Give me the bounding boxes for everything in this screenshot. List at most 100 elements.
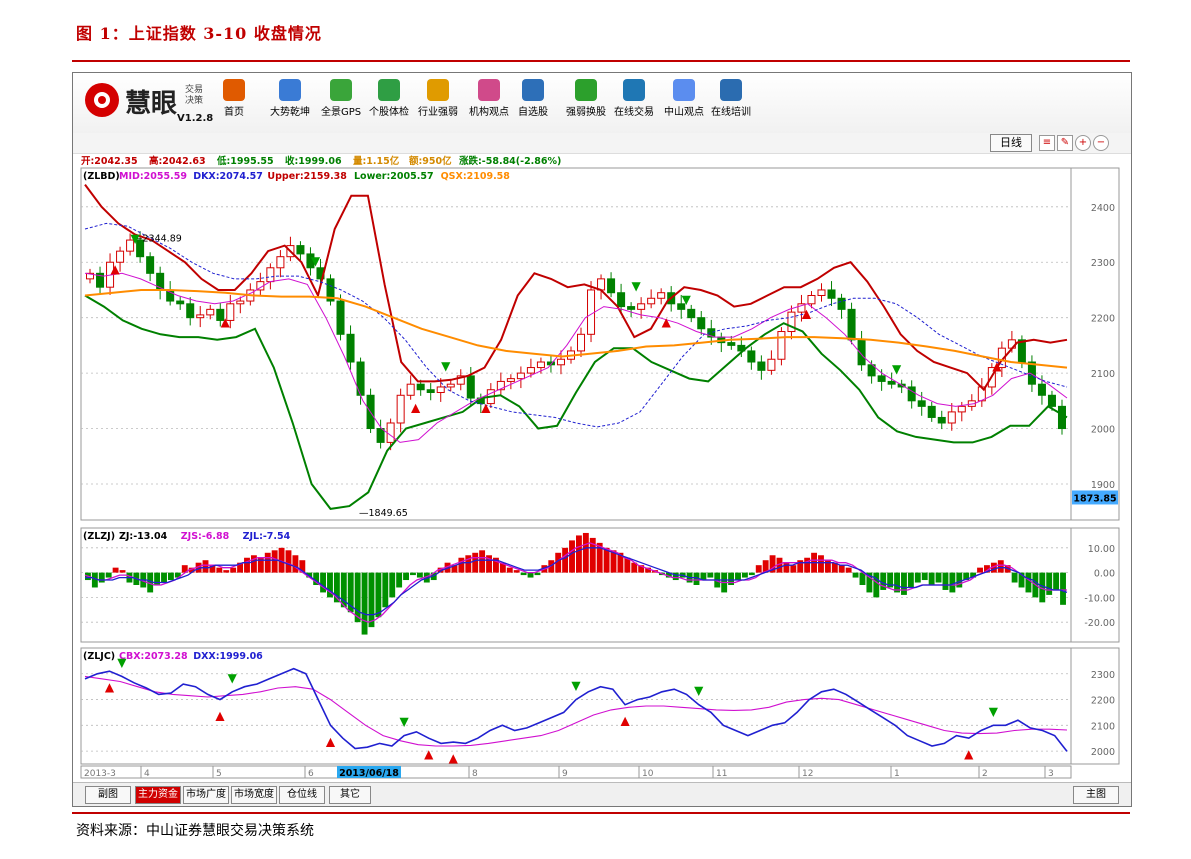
chart-area[interactable]: 开:2042.35 高:2042.63 低:1995.55 收:1999.06 量:1.… xyxy=(73,154,1131,782)
zj-bar xyxy=(1025,572,1032,593)
zj-bar xyxy=(935,572,942,583)
sell-marker: ▼ xyxy=(400,715,410,729)
monitor-icon xyxy=(720,79,742,101)
zj-bar xyxy=(735,572,741,581)
zj-bar xyxy=(271,550,278,573)
ohlc-value-2: 高:2042.63 xyxy=(149,155,206,167)
bottom-tab-1[interactable]: 副图 xyxy=(85,786,131,804)
candle-body xyxy=(657,292,666,299)
candle-body xyxy=(957,405,966,413)
high-annotation: —2344.89 xyxy=(133,233,182,244)
legend-Upper: Upper:2159.38 xyxy=(267,171,347,182)
candle-body xyxy=(526,367,535,374)
time-label-9: 11 xyxy=(716,769,727,779)
candle-body xyxy=(376,428,385,443)
zj-bar xyxy=(396,572,403,588)
zj-bar xyxy=(804,557,811,573)
zlbd-y-tick-5: 2000 xyxy=(1091,425,1115,436)
toolbar-button-label: 行业强弱 xyxy=(418,107,458,118)
toolbar-button-label: 在线培训 xyxy=(711,107,751,118)
zoom-out-icon[interactable]: − xyxy=(1093,135,1109,151)
refresh-icon xyxy=(575,79,597,101)
time-axis-frame xyxy=(80,765,1072,779)
zj-bar xyxy=(458,557,465,573)
current-price-label: 1873.85 xyxy=(1073,493,1116,504)
sell-marker: ▼ xyxy=(130,232,140,246)
ohlc-value-1: 开:2042.35 xyxy=(81,156,138,167)
toolbar-button-1[interactable]: 首页 xyxy=(223,79,245,127)
zj-bar xyxy=(244,557,250,573)
bottom-tab-5[interactable]: 仓位线 xyxy=(279,786,325,804)
zlbd-y-tick-2: 2300 xyxy=(1091,258,1115,269)
legend-CBX: CBX:2073.28 xyxy=(119,651,188,662)
zoom-in-icon[interactable]: + xyxy=(1075,135,1091,151)
legend-ZJ: ZJ:-13.04 xyxy=(119,531,168,542)
zj-bar xyxy=(562,547,569,573)
time-label-12: 2 xyxy=(982,769,988,779)
candle-body xyxy=(917,400,926,407)
bottom-tab-2[interactable]: 主力资金 xyxy=(135,786,181,804)
toolbar-button-3[interactable]: 全景GPS xyxy=(321,79,361,127)
zj-bar xyxy=(98,572,105,583)
candle-body xyxy=(266,267,275,283)
toolbar-button-11[interactable]: 在线培训 xyxy=(711,79,751,127)
zljc-y-tick-4: 2000 xyxy=(1091,747,1115,758)
buy-marker: ▲ xyxy=(215,709,225,723)
sell-marker: ▼ xyxy=(892,362,902,376)
toolbar-button-6[interactable]: 机构观点 xyxy=(469,79,509,127)
zj-bar xyxy=(1011,572,1018,583)
buy-marker: ▲ xyxy=(964,747,974,761)
candle-body xyxy=(116,250,125,263)
toolbar-button-5[interactable]: 行业强弱 xyxy=(418,79,458,127)
time-label-13: 3 xyxy=(1048,769,1054,779)
zj-bar xyxy=(216,567,223,573)
home-icon xyxy=(223,79,245,101)
zlzj-y-tick-4: -20.00 xyxy=(1084,618,1115,629)
zj-bar xyxy=(977,567,983,573)
folder-icon xyxy=(522,79,544,101)
bottom-tab-4[interactable]: 市场宽度 xyxy=(231,786,277,804)
toolbar-button-10[interactable]: 中山观点 xyxy=(664,79,704,127)
toolbar-button-9[interactable]: 在线交易 xyxy=(614,79,654,127)
candle-body xyxy=(426,389,435,394)
toolbar-button-7[interactable]: 自选股 xyxy=(518,79,548,127)
zljc-y-tick-3: 2100 xyxy=(1091,721,1115,732)
candle-body xyxy=(236,300,245,305)
zj-bar xyxy=(506,567,513,573)
toolbar-button-label: 强弱换股 xyxy=(566,107,606,118)
toolbar-button-label: 自选股 xyxy=(518,107,548,118)
logo: 慧眼 交易决策 V1.2.8 xyxy=(85,81,235,127)
toolbar-button-label: 全景GPS xyxy=(321,107,362,118)
sell-marker: ▼ xyxy=(571,679,581,693)
period-button[interactable]: 日线 xyxy=(990,134,1032,152)
zj-bar xyxy=(416,572,423,578)
list-icon[interactable]: ≡ xyxy=(1039,135,1055,151)
bottom-tab-3[interactable]: 市场广度 xyxy=(183,786,229,804)
toolbar-button-label: 在线交易 xyxy=(614,107,654,118)
toolbar-button-8[interactable]: 强弱换股 xyxy=(566,79,606,127)
legend-DKX: DKX:2074.57 xyxy=(193,171,263,182)
buy-marker: ▲ xyxy=(481,401,491,415)
zj-bar xyxy=(845,567,852,573)
sell-marker: ▼ xyxy=(989,704,999,718)
zj-bar xyxy=(112,567,119,573)
candle-body xyxy=(647,297,656,305)
zj-bar xyxy=(361,572,368,635)
sell-marker: ▼ xyxy=(228,671,238,685)
edit-icon[interactable]: ✎ xyxy=(1057,135,1073,151)
buy-marker: ▲ xyxy=(105,680,115,694)
toolbar-button-4[interactable]: 个股体检 xyxy=(369,79,409,127)
zljc-frame xyxy=(80,647,1072,765)
main-chart-button[interactable]: 主图 xyxy=(1073,786,1119,804)
zj-bar xyxy=(472,552,479,573)
zj-bar xyxy=(105,572,112,578)
bottom-tab-6[interactable]: 其它 xyxy=(329,786,371,804)
zj-bar xyxy=(119,570,126,573)
zj-bar xyxy=(997,560,1004,573)
figure-title: 图 1：上证指数 3-10 收盘情况 xyxy=(76,24,322,43)
toolbar-button-2[interactable]: 大势乾坤 xyxy=(270,79,310,127)
logo-name: 慧眼 xyxy=(125,89,178,119)
buy-marker: ▲ xyxy=(221,315,231,329)
document-icon xyxy=(673,79,695,101)
zj-bar xyxy=(852,572,859,578)
